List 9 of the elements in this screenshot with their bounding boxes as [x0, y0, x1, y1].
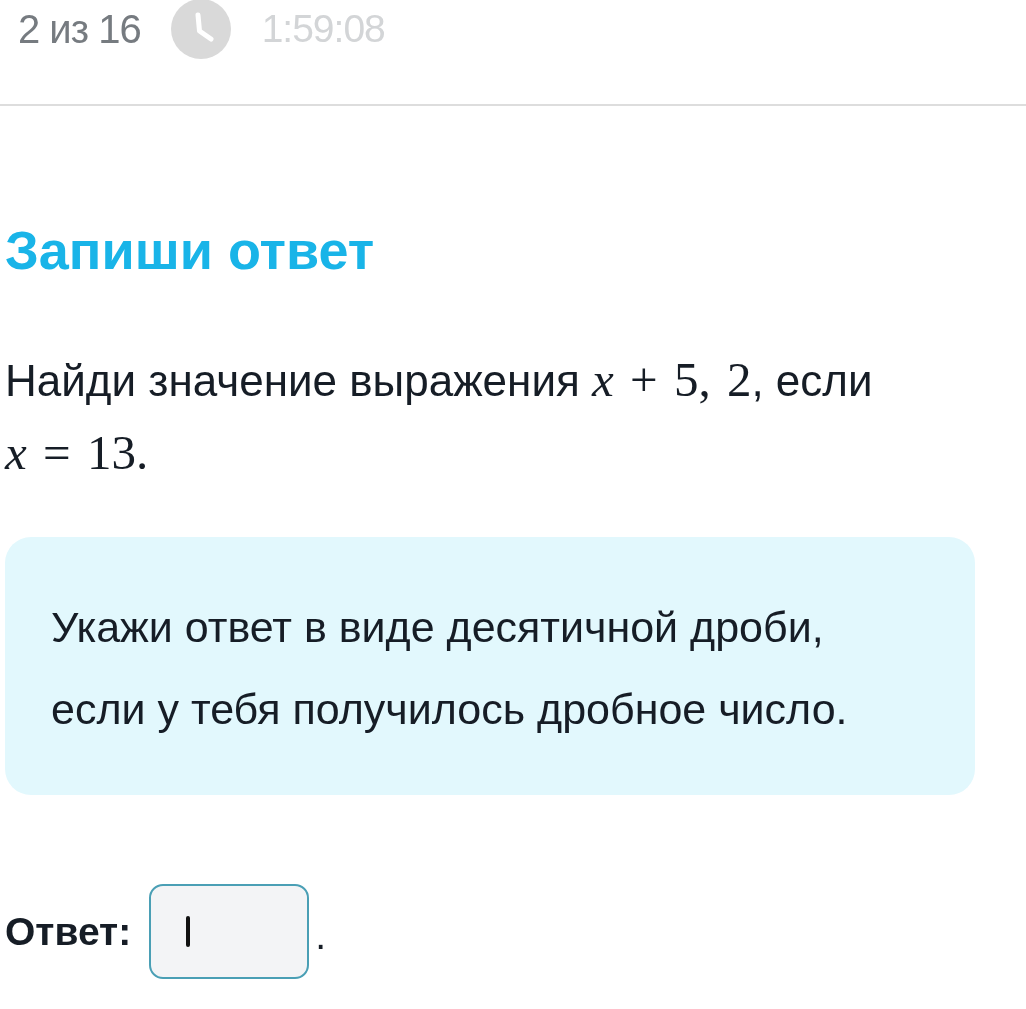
hint-text: Укажи ответ в виде десятичной дроби, если у тебя получилось дробное число. [51, 602, 848, 735]
question-counter: 2 из 16 [18, 6, 141, 52]
text-cursor-icon [186, 916, 191, 947]
task-title: Запиши ответ [5, 223, 375, 277]
task-text: Найди значение выражения x + 5, 2, если x = 13. [5, 351, 874, 482]
answer-period: . [315, 913, 326, 958]
answer-input-field[interactable] [149, 884, 310, 979]
answer-label: Ответ: [5, 909, 132, 954]
clock-icon [170, 0, 231, 59]
